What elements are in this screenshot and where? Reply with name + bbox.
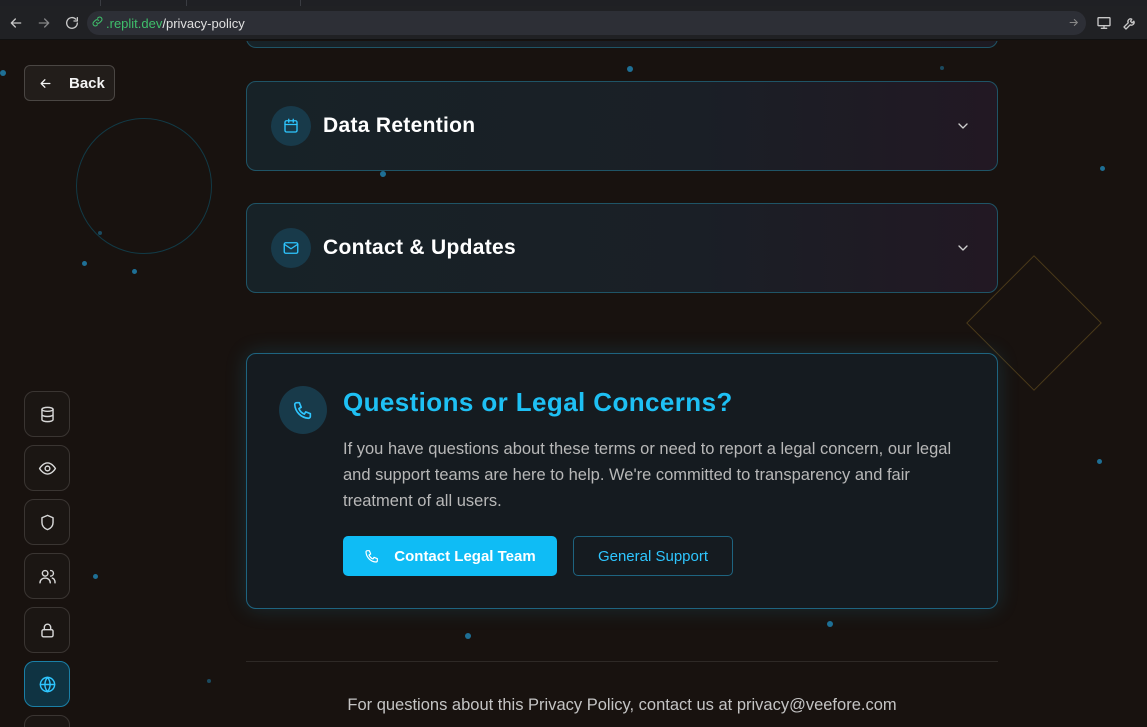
side-nav-global[interactable] xyxy=(24,661,70,707)
particle xyxy=(627,66,633,72)
shield-icon xyxy=(40,514,54,530)
particle xyxy=(827,621,833,627)
footer-contact-text: For questions about this Privacy Policy,… xyxy=(347,696,897,714)
url-path: /privacy-policy xyxy=(162,15,245,31)
particle xyxy=(1097,459,1102,464)
previous-section-card[interactable] xyxy=(246,41,998,48)
particle xyxy=(1100,166,1105,171)
phone-icon xyxy=(279,386,327,434)
legal-concerns-card: Questions or Legal Concerns? If you have… xyxy=(246,353,998,609)
particle xyxy=(93,574,98,579)
particle xyxy=(82,261,87,266)
section-title: Data Retention xyxy=(323,114,476,137)
users-icon xyxy=(38,569,56,584)
chevron-down-icon[interactable] xyxy=(955,240,971,261)
eye-icon xyxy=(38,461,56,475)
lock-icon xyxy=(40,623,54,638)
contact-legal-team-label: Contact Legal Team xyxy=(394,547,536,565)
general-support-button[interactable]: General Support xyxy=(573,536,733,576)
footer-divider xyxy=(246,661,998,662)
section-data-retention[interactable]: Data Retention xyxy=(246,81,998,171)
forward-arrow-icon[interactable] xyxy=(34,13,54,33)
chevron-down-icon[interactable] xyxy=(955,118,971,139)
contact-legal-team-button[interactable]: Contact Legal Team xyxy=(343,536,557,576)
particle xyxy=(940,66,944,70)
back-arrow-icon[interactable] xyxy=(6,13,26,33)
decorative-ring xyxy=(76,118,212,254)
particle xyxy=(98,231,102,235)
reload-icon[interactable] xyxy=(62,13,82,33)
side-nav-privacy[interactable] xyxy=(24,607,70,653)
section-title: Contact & Updates xyxy=(323,236,516,259)
particle xyxy=(132,269,137,274)
particle xyxy=(0,70,6,76)
cta-description: If you have questions about these terms … xyxy=(343,440,952,510)
phone-icon xyxy=(365,550,379,563)
cast-icon[interactable] xyxy=(1094,13,1114,33)
link-icon xyxy=(91,15,104,31)
back-button[interactable]: Back xyxy=(24,65,115,101)
database-icon xyxy=(40,406,54,422)
go-arrow-icon[interactable] xyxy=(1067,16,1080,32)
particle xyxy=(380,171,386,177)
side-nav-users[interactable] xyxy=(24,553,70,599)
particle xyxy=(207,679,211,683)
globe-icon xyxy=(39,676,55,692)
back-button-label: Back xyxy=(69,74,105,92)
side-nav-database[interactable] xyxy=(24,391,70,437)
side-nav-security[interactable] xyxy=(24,499,70,545)
privacy-policy-page: Back Data Retention Contact & Updates Qu… xyxy=(0,41,1147,727)
particle xyxy=(465,633,471,639)
address-bar[interactable]: .replit.dev /privacy-policy xyxy=(87,11,1086,35)
browser-toolbar: .replit.dev /privacy-policy xyxy=(0,6,1147,40)
wrench-icon[interactable] xyxy=(1120,13,1140,33)
side-nav-visibility[interactable] xyxy=(24,445,70,491)
mail-icon xyxy=(271,228,311,268)
cta-title: Questions or Legal Concerns? xyxy=(343,387,733,417)
side-nav-more[interactable] xyxy=(24,715,70,727)
calendar-icon xyxy=(271,106,311,146)
arrow-left-icon xyxy=(40,78,51,88)
section-contact-updates[interactable]: Contact & Updates xyxy=(246,203,998,293)
url-domain: .replit.dev xyxy=(106,15,163,31)
